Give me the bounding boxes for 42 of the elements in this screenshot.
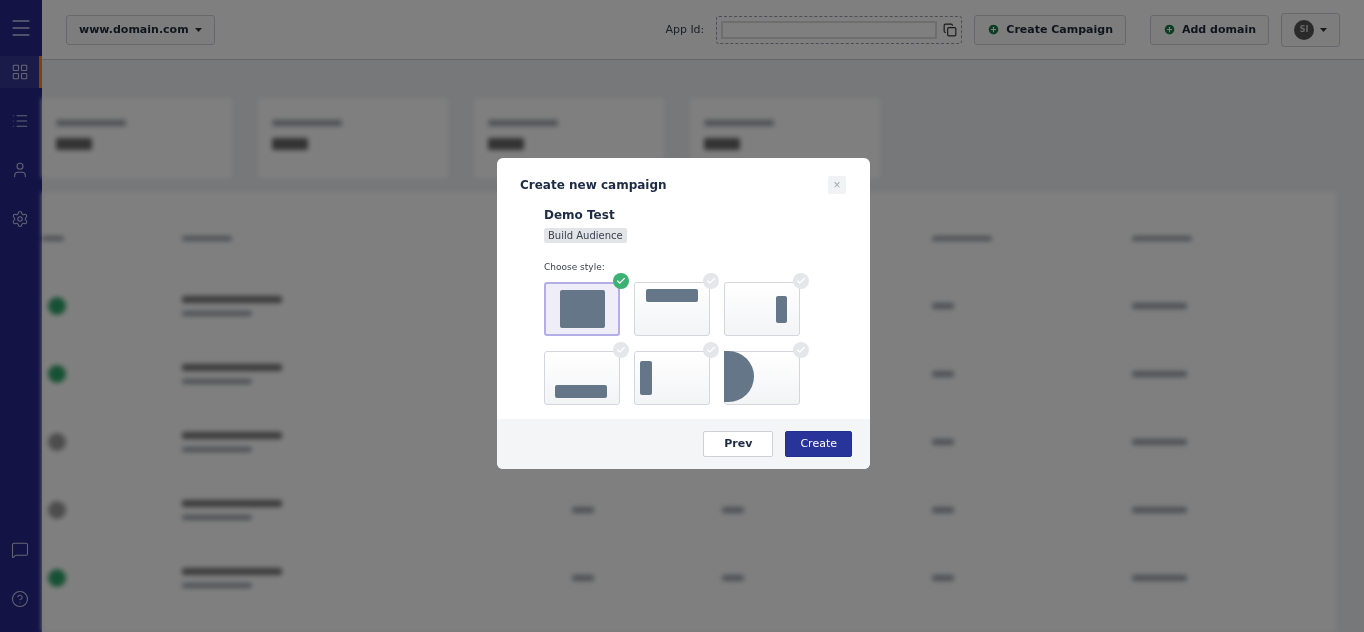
create-button[interactable]: Create: [785, 430, 852, 457]
check-badge-icon: [703, 272, 719, 289]
style-option[interactable]: [724, 350, 800, 405]
dialog-title: Create new campaign: [520, 177, 667, 192]
style-option[interactable]: [634, 350, 710, 405]
style-option[interactable]: [634, 281, 710, 336]
campaign-name: Demo Test: [544, 207, 615, 222]
style-option[interactable]: [544, 281, 620, 336]
check-badge-icon: [793, 272, 809, 289]
check-badge-icon: [613, 272, 629, 289]
help-icon: [10, 590, 29, 608]
layout-preview-icon: [555, 384, 607, 398]
layout-preview-icon: [776, 295, 787, 323]
style-option[interactable]: [544, 350, 620, 405]
settings-icon: [10, 210, 29, 228]
caret-icon: [194, 27, 202, 32]
check-badge-icon: [703, 341, 719, 358]
avatar: SI: [1294, 19, 1314, 40]
prev-button[interactable]: Prev: [703, 430, 774, 457]
domain-dropdown[interactable]: www.domain.com: [66, 14, 215, 45]
list-icon: [10, 112, 29, 130]
caret-icon: [1320, 27, 1327, 32]
style-option[interactable]: [724, 281, 800, 336]
header-button[interactable]: Add domain: [1150, 14, 1269, 45]
avatar-menu[interactable]: SI: [1281, 12, 1340, 47]
chat-icon: [10, 541, 29, 559]
app-id-label: App Id:: [665, 23, 705, 36]
choose-style-label: Choose style:: [544, 261, 605, 272]
header-button[interactable]: Create Campaign: [974, 14, 1126, 45]
check-badge-icon: [613, 341, 629, 358]
layout-preview-icon: [560, 289, 605, 328]
copy-icon[interactable]: [943, 22, 958, 37]
layout-preview-icon: [646, 288, 698, 302]
check-badge-icon: [793, 341, 809, 358]
close-button[interactable]: ×: [828, 175, 846, 194]
goal-tag: Build Audience: [544, 227, 627, 243]
grid-icon: [10, 63, 29, 81]
layout-preview-icon: [724, 350, 754, 402]
plus-icon: [1163, 23, 1176, 36]
plus-icon: [987, 23, 1001, 36]
app-id-field[interactable]: [716, 15, 963, 44]
layout-preview-icon: [640, 360, 652, 395]
